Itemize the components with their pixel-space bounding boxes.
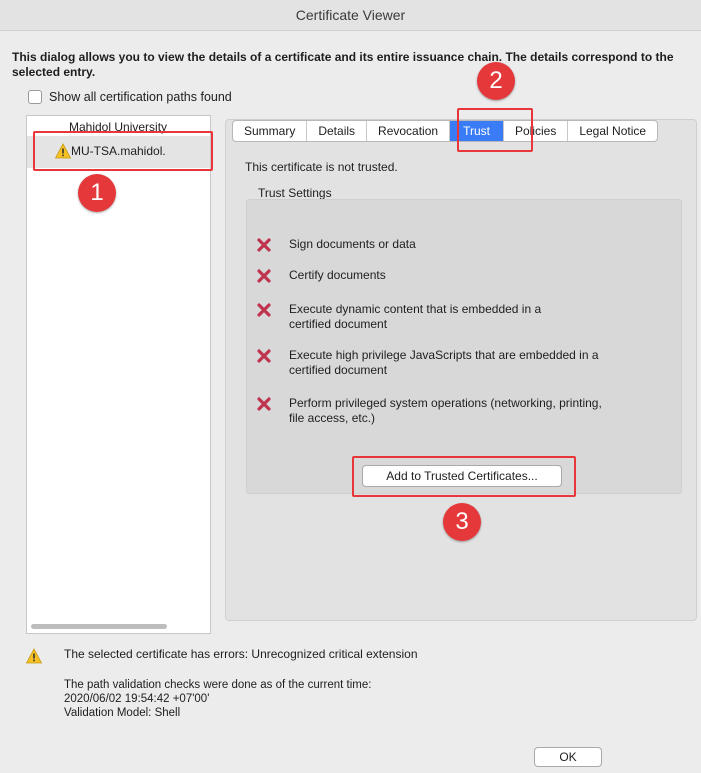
annotation-box-1 bbox=[33, 131, 213, 171]
path-info-timestamp: 2020/06/02 19:54:42 +07'00' bbox=[64, 693, 210, 705]
tab-bar: Summary Details Revocation Trust Policie… bbox=[232, 120, 659, 142]
tab-summary[interactable]: Summary bbox=[233, 121, 308, 141]
cross-icon bbox=[257, 269, 271, 283]
path-info-model: Validation Model: Shell bbox=[64, 707, 181, 719]
annotation-box-2 bbox=[457, 108, 533, 152]
ok-button[interactable]: OK bbox=[534, 747, 602, 767]
cross-icon bbox=[257, 238, 271, 252]
trust-item-label: Execute dynamic content that is embedded… bbox=[289, 302, 542, 316]
tab-details[interactable]: Details bbox=[307, 121, 368, 141]
checkbox-box[interactable] bbox=[28, 90, 42, 104]
trust-item: Sign documents or data bbox=[256, 237, 416, 253]
trust-item-label: Sign documents or data bbox=[289, 237, 416, 251]
cross-icon bbox=[257, 397, 271, 411]
cross-icon bbox=[257, 303, 271, 317]
path-validation-info: The path validation checks were done as … bbox=[64, 678, 371, 720]
annotation-badge-2: 2 bbox=[477, 62, 515, 100]
certificate-tree[interactable]: Mahidol University MU-TSA.mahidol. bbox=[26, 115, 211, 634]
trust-item-label: Certify documents bbox=[289, 268, 386, 282]
tab-legal-notice[interactable]: Legal Notice bbox=[568, 121, 657, 141]
annotation-badge-1: 1 bbox=[78, 174, 116, 212]
annotation-box-3 bbox=[352, 456, 576, 497]
trust-item-label: Execute high privilege JavaScripts that … bbox=[289, 348, 599, 362]
window-title: Certificate Viewer bbox=[0, 0, 701, 31]
tab-revocation[interactable]: Revocation bbox=[367, 121, 451, 141]
error-message: The selected certificate has errors: Unr… bbox=[64, 647, 418, 661]
trust-item: Certify documents bbox=[256, 268, 386, 284]
trust-item: Perform privileged system operations (ne… bbox=[256, 396, 602, 426]
horizontal-scrollbar[interactable] bbox=[31, 624, 167, 629]
trust-settings-title: Trust Settings bbox=[258, 186, 332, 200]
trust-item-label: Perform privileged system operations (ne… bbox=[289, 396, 602, 410]
trust-status: This certificate is not trusted. bbox=[245, 160, 398, 174]
path-info-line: The path validation checks were done as … bbox=[64, 679, 372, 691]
cross-icon bbox=[257, 349, 271, 363]
annotation-badge-3: 3 bbox=[443, 503, 481, 541]
show-all-paths-checkbox[interactable]: Show all certification paths found bbox=[28, 90, 232, 104]
warning-icon bbox=[26, 648, 42, 664]
intro-text: This dialog allows you to view the detai… bbox=[12, 50, 674, 79]
trust-item-label-cont: certified document bbox=[289, 363, 388, 377]
trust-item-label-cont: certified document bbox=[289, 317, 388, 331]
trust-item-label-cont: file access, etc.) bbox=[289, 411, 376, 425]
show-all-paths-label: Show all certification paths found bbox=[49, 90, 232, 104]
trust-item: Execute high privilege JavaScripts that … bbox=[256, 348, 599, 378]
trust-item: Execute dynamic content that is embedded… bbox=[256, 302, 541, 332]
